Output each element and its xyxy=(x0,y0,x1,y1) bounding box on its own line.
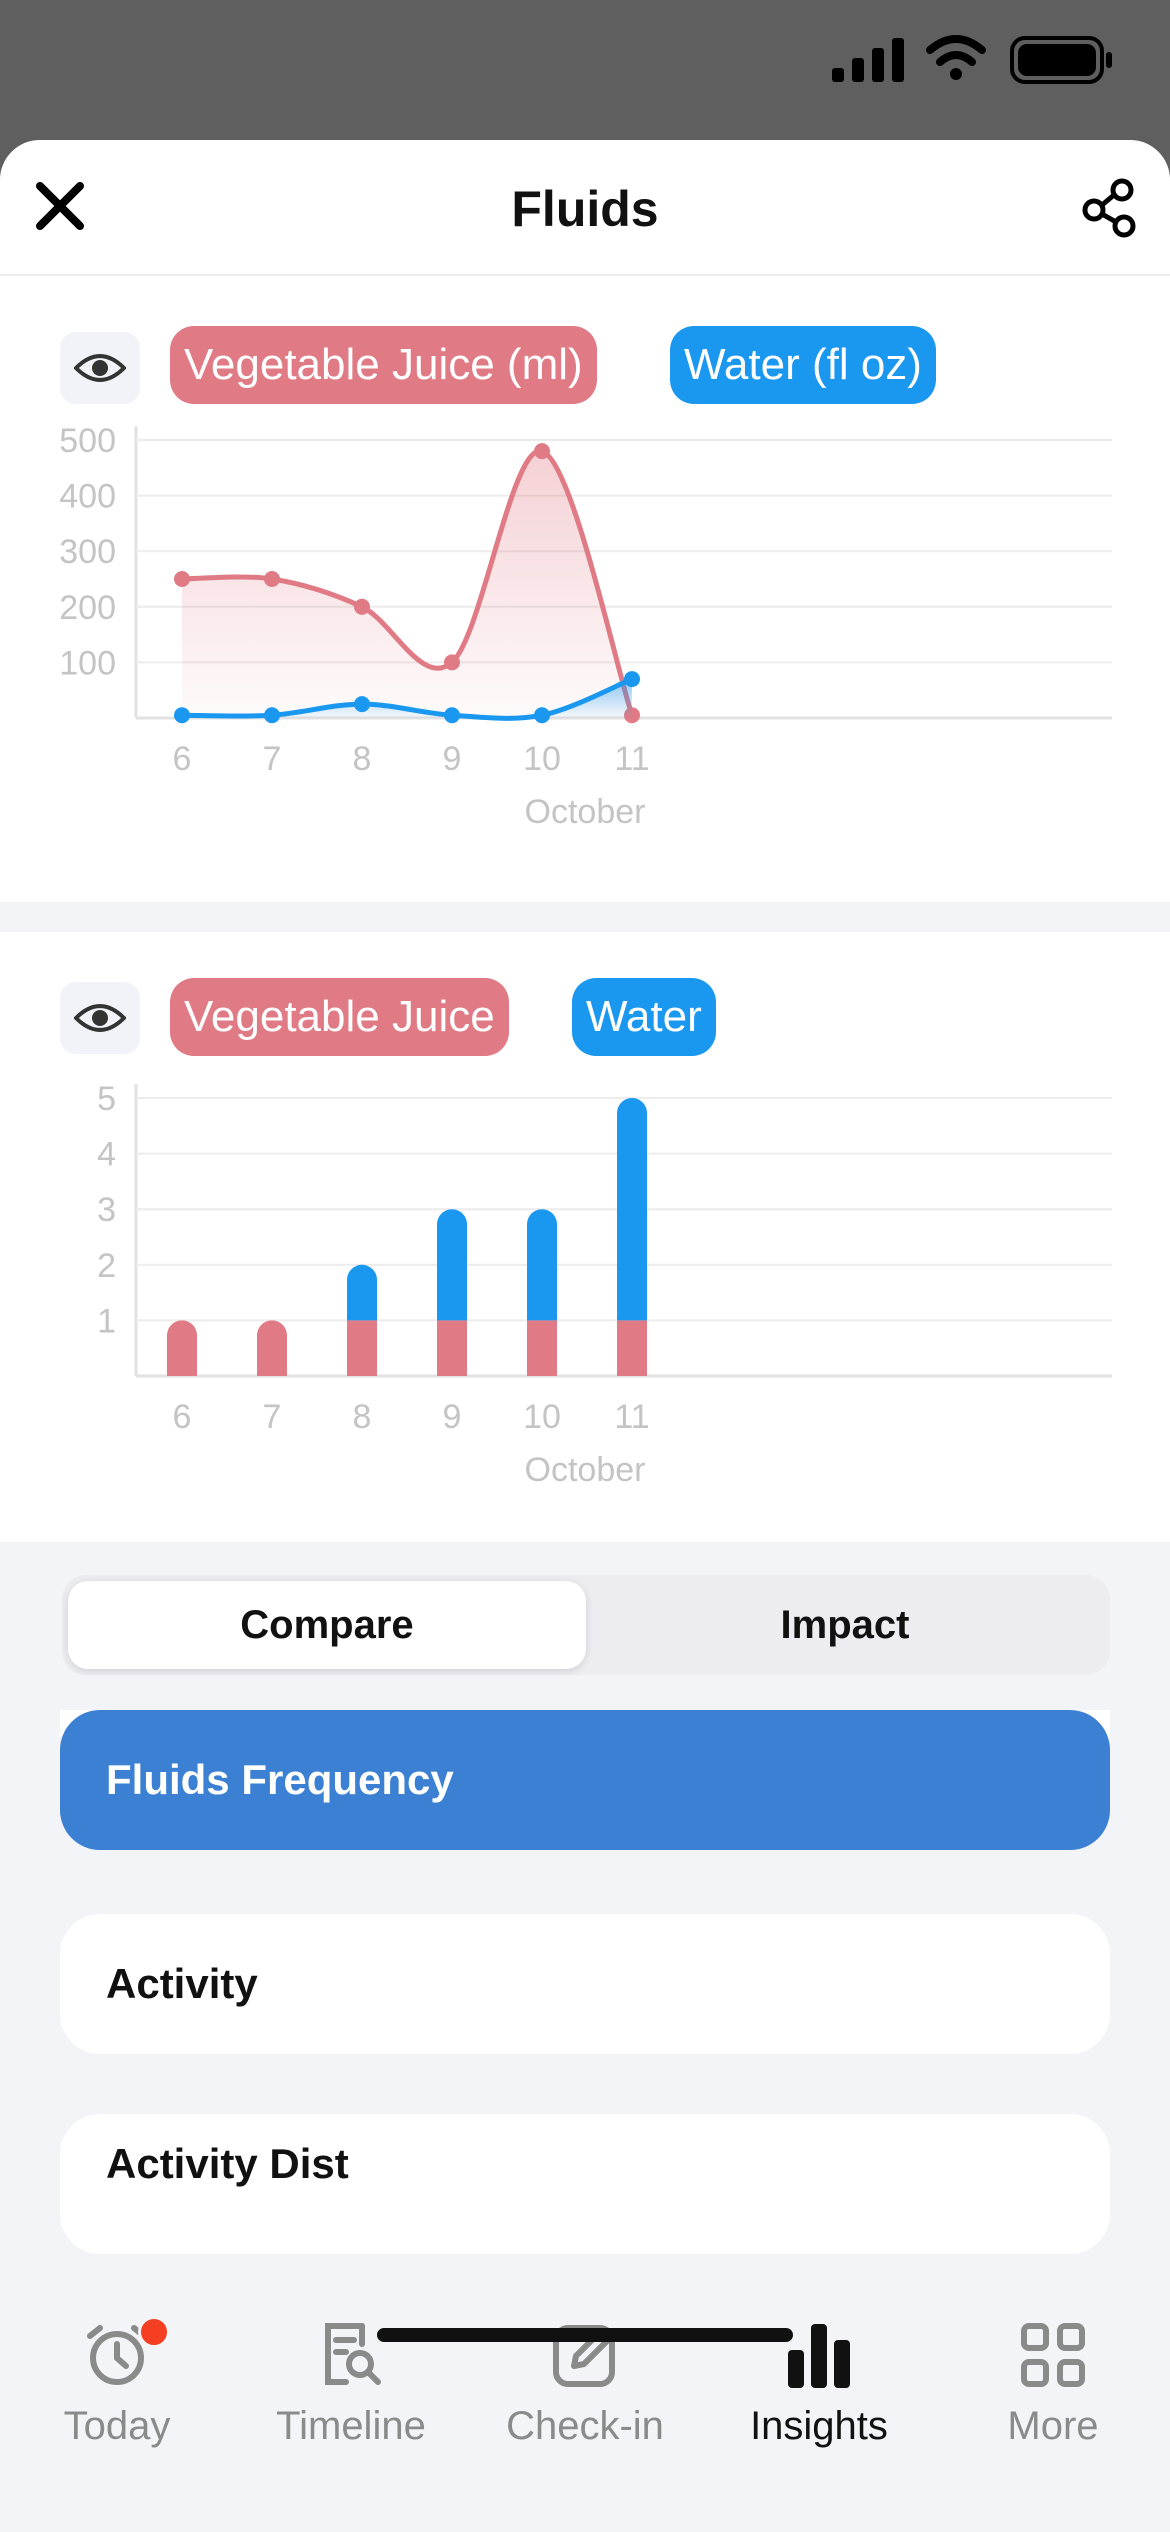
data-point xyxy=(444,707,460,724)
data-point xyxy=(264,707,280,724)
bar-segment xyxy=(347,1264,377,1321)
legend-chip-water[interactable]: Water (fl oz) xyxy=(670,326,936,404)
data-point xyxy=(354,598,370,615)
tab-check-in[interactable]: Check-in xyxy=(468,2322,702,2462)
impact-tab[interactable]: Impact xyxy=(586,1581,1104,1669)
data-point xyxy=(264,571,280,587)
x-axis-label: October xyxy=(525,793,646,831)
timeline-search-icon xyxy=(325,2323,381,2385)
x-tick-label: 7 xyxy=(263,740,282,778)
fluids-bar-chart: 1 2 3 4 5 6 7 8 9 10 11 October xyxy=(97,1080,1112,1489)
bar-segment xyxy=(617,1320,647,1376)
x-tick-label: 9 xyxy=(443,1398,462,1436)
x-tick-label: 6 xyxy=(173,740,192,778)
battery-icon xyxy=(1010,36,1112,84)
y-tick-label: 400 xyxy=(59,478,116,516)
y-tick-label: 2 xyxy=(97,1247,116,1285)
share-icon[interactable] xyxy=(1078,176,1142,240)
tab-timeline[interactable]: Timeline xyxy=(234,2322,468,2462)
bar-segment xyxy=(257,1320,287,1376)
bar-segment xyxy=(167,1320,197,1376)
grid-icon xyxy=(1021,2323,1085,2387)
data-point xyxy=(444,654,460,671)
x-tick-label: 11 xyxy=(614,740,649,778)
y-tick-label: 3 xyxy=(97,1191,116,1229)
eye-icon xyxy=(74,354,126,382)
data-point xyxy=(534,443,550,460)
x-tick-label: 11 xyxy=(614,1398,649,1436)
tab-label: Today xyxy=(63,2404,171,2448)
visibility-toggle[interactable] xyxy=(60,982,140,1054)
bar-chart-icon xyxy=(788,2324,850,2388)
y-tick-label: 300 xyxy=(59,533,116,571)
fluids-frequency-card: Vegetable Juice Water 1 2 3 4 5 6 7 8 9 10 11 Octob… xyxy=(0,932,1170,1542)
x-tick-label: 9 xyxy=(443,740,462,778)
legend-chip-water[interactable]: Water xyxy=(572,978,716,1056)
x-tick-label: 7 xyxy=(263,1398,282,1436)
data-point xyxy=(354,696,370,713)
fluids-line-chart: 100 200 300 400 500 6 7 8 9 10 11 October xyxy=(59,422,1112,831)
legend-chip-vegetable-juice[interactable]: Vegetable Juice xyxy=(170,978,509,1056)
tab-label: Insights xyxy=(750,2404,888,2448)
wifi-icon xyxy=(926,35,986,80)
data-point xyxy=(174,571,190,587)
home-indicator xyxy=(377,2328,793,2342)
y-tick-label: 4 xyxy=(97,1136,116,1174)
x-tick-label: 8 xyxy=(353,1398,372,1436)
fluids-sheet: Fluids Vegetable Juice (ml) Water (fl oz… xyxy=(0,140,1170,2532)
bar-segment xyxy=(437,1320,467,1376)
tab-label: More xyxy=(1007,2404,1099,2448)
legend-chip-vegetable-juice[interactable]: Vegetable Juice (ml) xyxy=(170,326,597,404)
eye-icon xyxy=(74,1004,126,1032)
status-bar xyxy=(0,0,1170,140)
page-title: Fluids xyxy=(511,181,659,237)
list-item-activity[interactable]: Activity xyxy=(60,1914,1110,2054)
fluids-amount-card: Vegetable Juice (ml) Water (fl oz) 100 20… xyxy=(0,276,1170,902)
bar-segment xyxy=(527,1209,557,1321)
notification-badge xyxy=(138,2316,170,2348)
data-point xyxy=(534,707,550,724)
x-tick-label: 6 xyxy=(173,1398,192,1436)
signal-icon xyxy=(832,38,904,82)
y-tick-label: 200 xyxy=(59,589,116,627)
visibility-toggle[interactable] xyxy=(60,332,140,404)
bar-segment xyxy=(347,1320,377,1376)
header: Fluids xyxy=(0,140,1170,276)
y-tick-label: 1 xyxy=(97,1302,116,1340)
x-axis-label: October xyxy=(525,1451,646,1489)
tab-insights[interactable]: Insights xyxy=(702,2322,936,2462)
data-point xyxy=(174,707,190,724)
tab-label: Timeline xyxy=(276,2404,426,2448)
x-tick-label: 8 xyxy=(353,740,372,778)
status-icons xyxy=(832,35,1112,84)
bar-segment xyxy=(617,1098,647,1321)
list-item-fluids-frequency[interactable]: Fluids Frequency xyxy=(60,1710,1110,1850)
bar-segment xyxy=(437,1209,467,1321)
y-tick-label: 500 xyxy=(59,422,116,460)
x-tick-label: 10 xyxy=(523,1398,561,1436)
data-point xyxy=(624,671,640,688)
tab-label: Check-in xyxy=(506,2404,664,2448)
bar-segment xyxy=(527,1320,557,1376)
y-tick-label: 5 xyxy=(97,1080,116,1118)
y-tick-label: 100 xyxy=(59,644,116,682)
insights-list: Fluids Frequency Activity Activity Dist xyxy=(0,1710,1170,2292)
list-item-activity-dist[interactable]: Activity Dist xyxy=(60,2114,1110,2254)
tab-today[interactable]: Today xyxy=(0,2316,234,2462)
compare-impact-toggle: Compare Impact xyxy=(62,1575,1110,1675)
x-tick-label: 10 xyxy=(523,740,561,778)
compare-tab[interactable]: Compare xyxy=(68,1581,586,1669)
tab-more[interactable]: More xyxy=(936,2322,1170,2462)
